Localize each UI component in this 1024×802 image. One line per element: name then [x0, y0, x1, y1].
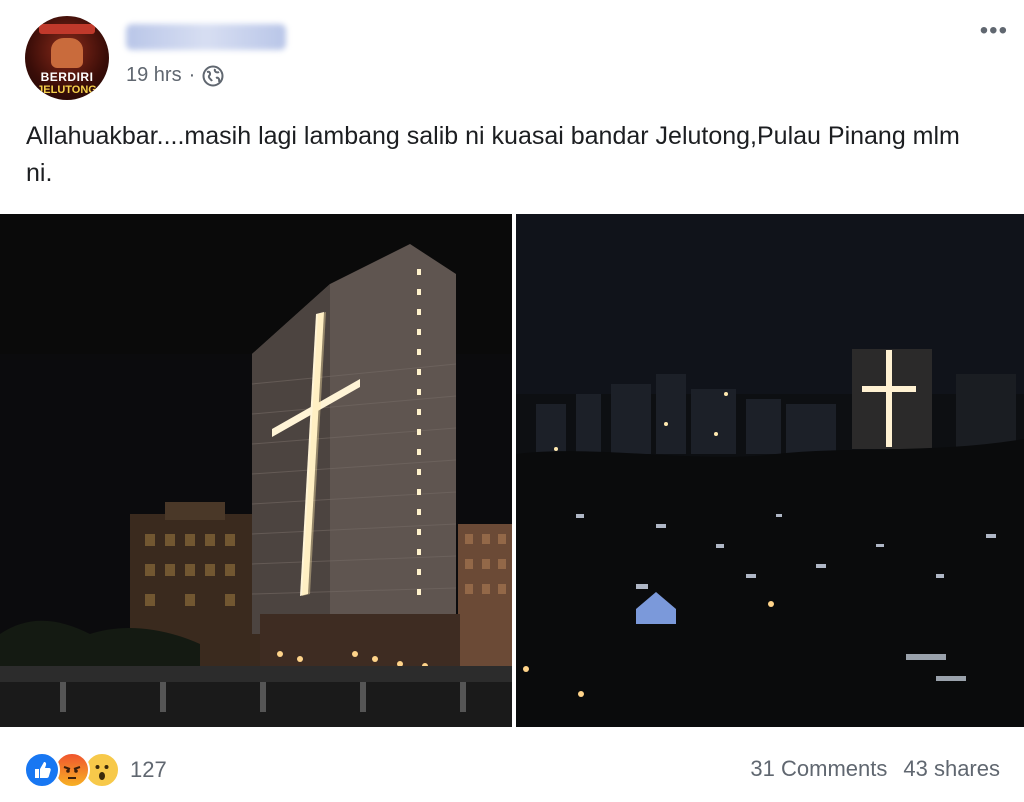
comments-link[interactable]: 31 Comments [750, 756, 887, 782]
facebook-post: BERDIRI JELUTONG 19 hrs · ••• Allahuakba… [0, 0, 1024, 802]
post-caption: Allahuakbar....masih lagi lambang salib … [26, 122, 960, 187]
post-photo-building[interactable] [0, 214, 512, 727]
more-options-icon[interactable]: ••• [980, 19, 1008, 43]
engagement-stats: 31 Comments 43 shares [750, 756, 1000, 782]
post-meta: 19 hrs · [126, 64, 224, 87]
post-photo-skyline[interactable] [516, 214, 1024, 727]
meta-separator: · [188, 64, 196, 86]
post-time[interactable]: 19 hrs [126, 64, 182, 87]
avatar-text-top: BERDIRI [40, 70, 94, 84]
post-footer: 127 31 Comments 43 shares [0, 744, 1024, 794]
avatar-ribbon [39, 24, 95, 34]
globe-icon[interactable] [202, 65, 224, 87]
page-avatar[interactable]: BERDIRI JELUTONG [25, 16, 109, 100]
shares-link[interactable]: 43 shares [903, 756, 1000, 782]
author-name-blurred[interactable] [126, 24, 286, 50]
reactions-summary[interactable]: 127 [24, 752, 167, 788]
like-icon [24, 752, 60, 788]
avatar-figure [51, 38, 83, 68]
reaction-count: 127 [130, 757, 167, 782]
avatar-text-bottom: JELUTONG [37, 84, 97, 96]
